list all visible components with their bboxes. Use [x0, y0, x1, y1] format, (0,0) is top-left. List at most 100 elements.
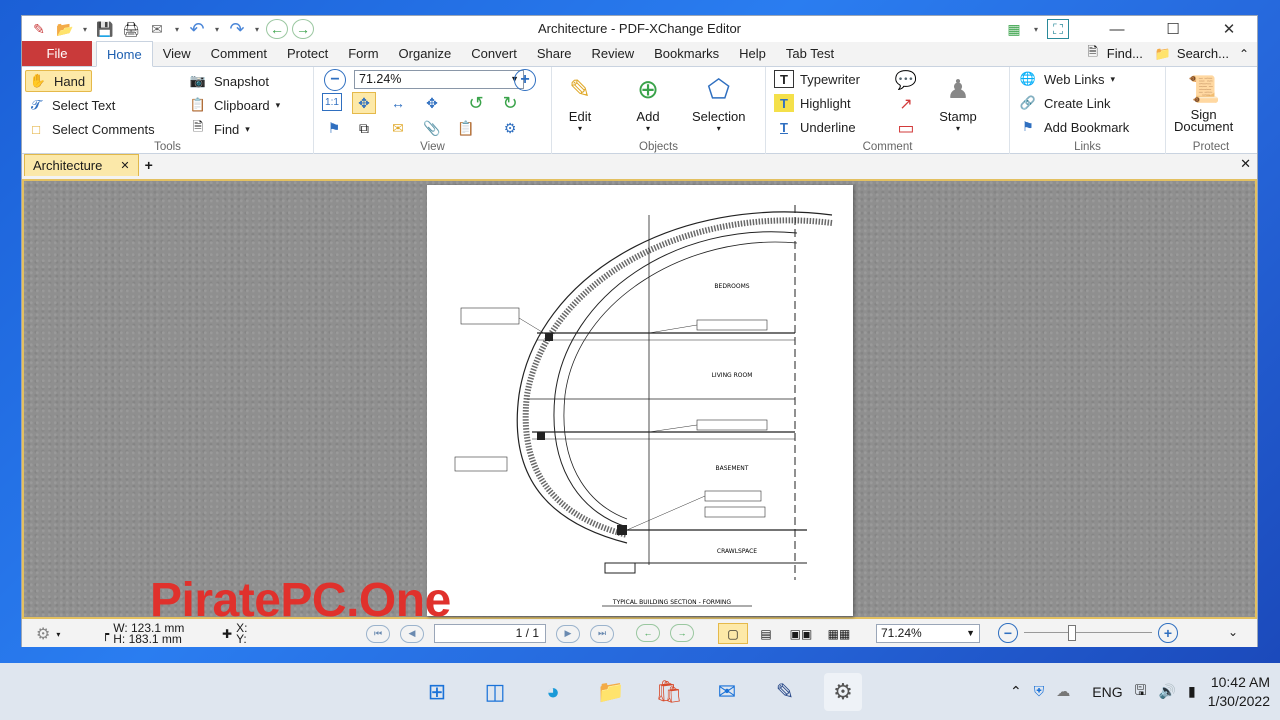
- close-button[interactable]: ✕: [1201, 16, 1257, 42]
- tab-review[interactable]: Review: [582, 41, 645, 66]
- continuous-icon[interactable]: ▤: [754, 627, 778, 641]
- show-hidden-icons[interactable]: ⌃: [1010, 683, 1022, 700]
- fullscreen-icon[interactable]: ⛶: [1047, 19, 1069, 39]
- snapshot-button[interactable]: 📷 Snapshot: [188, 72, 269, 90]
- file-tab[interactable]: File: [22, 41, 92, 66]
- collapse-ribbon-icon[interactable]: ⌃: [1239, 47, 1249, 61]
- tab-home[interactable]: Home: [96, 41, 153, 67]
- close-tab-icon[interactable]: ✕: [120, 159, 129, 172]
- tab-bookmarks[interactable]: Bookmarks: [644, 41, 729, 66]
- settings-taskbar-icon[interactable]: ⚙: [824, 673, 862, 711]
- status-zoom-out-button[interactable]: −: [998, 623, 1018, 643]
- redo-icon[interactable]: ↷: [226, 19, 248, 39]
- minimize-button[interactable]: —: [1089, 16, 1145, 42]
- app-logo-icon[interactable]: ✎: [28, 19, 50, 39]
- arrow-icon[interactable]: ↗: [894, 93, 918, 115]
- redo-dropdown-icon[interactable]: ▾: [252, 25, 262, 34]
- document-tab[interactable]: Architecture ✕: [24, 154, 139, 176]
- fit-visible-icon[interactable]: ✥: [420, 92, 444, 114]
- customize-dropdown-icon[interactable]: ▾: [1031, 25, 1041, 34]
- customize-icon[interactable]: ▦: [1003, 19, 1025, 39]
- page-number-input[interactable]: 1 / 1: [434, 624, 546, 643]
- file-explorer-icon[interactable]: 📁: [592, 673, 630, 711]
- create-link-button[interactable]: 🔗 Create Link: [1018, 94, 1111, 112]
- store-icon[interactable]: 🛍: [650, 673, 688, 711]
- stamp-button[interactable]: ♟ Stamp ▾: [938, 69, 978, 134]
- edit-button[interactable]: ✎ Edit ▾: [560, 69, 600, 134]
- select-comments-button[interactable]: □ Select Comments: [26, 120, 155, 138]
- rotate-left-icon[interactable]: ↺: [464, 92, 488, 114]
- maximize-button[interactable]: ☐: [1145, 16, 1201, 42]
- sticky-note-icon[interactable]: 💬: [894, 69, 918, 91]
- sign-document-button[interactable]: 📜 Sign Document: [1174, 69, 1233, 133]
- tab-organize[interactable]: Organize: [389, 41, 462, 66]
- rectangle-icon[interactable]: ▭: [894, 117, 918, 139]
- add-button[interactable]: ⊕ Add ▾: [628, 69, 668, 134]
- actual-size-icon[interactable]: 1:1: [322, 93, 342, 111]
- start-icon[interactable]: ⊞: [418, 673, 456, 711]
- open-folder-icon[interactable]: 📂: [54, 19, 76, 39]
- last-page-button[interactable]: ⏭: [590, 624, 614, 643]
- tab-protect[interactable]: Protect: [277, 41, 338, 66]
- zoom-status-select[interactable]: 71.24% ▼: [876, 624, 980, 643]
- fit-width-icon[interactable]: ↔: [386, 92, 410, 114]
- cloud-icon[interactable]: ☁: [1056, 683, 1070, 700]
- facing-continuous-icon[interactable]: ▦▦: [824, 627, 854, 641]
- underline-button[interactable]: T Underline: [774, 118, 856, 136]
- bookmark-view-icon[interactable]: ⚑: [322, 117, 346, 139]
- pdf-page[interactable]: BEDROOMS LIVING ROOM BASEMENT CRAWLSPACE…: [427, 185, 853, 616]
- email-dropdown-icon[interactable]: ▾: [172, 25, 182, 34]
- print-icon[interactable]: 🖨: [120, 19, 142, 39]
- typewriter-button[interactable]: T Typewriter: [774, 70, 860, 88]
- status-expand-icon[interactable]: ⌄: [1228, 625, 1238, 639]
- forward-icon[interactable]: →: [292, 19, 314, 39]
- search-button[interactable]: 📁 Search...: [1153, 45, 1229, 63]
- zoom-slider[interactable]: [1024, 623, 1152, 643]
- selection-button[interactable]: ⬠ Selection ▾: [692, 69, 745, 134]
- tab-form[interactable]: Form: [338, 41, 388, 66]
- tab-convert[interactable]: Convert: [461, 41, 527, 66]
- rotate-right-icon[interactable]: ↻: [498, 92, 522, 114]
- undo-icon[interactable]: ↶: [186, 19, 208, 39]
- attachments-view-icon[interactable]: 📎: [420, 117, 444, 139]
- hand-tool-button[interactable]: ✋ Hand: [25, 70, 93, 92]
- pdf-editor-taskbar-icon[interactable]: ✎: [766, 673, 804, 711]
- highlight-button[interactable]: T Highlight: [774, 94, 851, 112]
- zoom-out-button[interactable]: −: [324, 69, 346, 91]
- security-icon[interactable]: ⛨: [1034, 683, 1045, 700]
- tab-help[interactable]: Help: [729, 41, 776, 66]
- tab-tab-test[interactable]: Tab Test: [776, 41, 844, 66]
- back-icon[interactable]: ←: [266, 19, 288, 39]
- document-view[interactable]: BEDROOMS LIVING ROOM BASEMENT CRAWLSPACE…: [22, 179, 1257, 627]
- facing-icon[interactable]: ▣▣: [784, 627, 818, 641]
- undo-dropdown-icon[interactable]: ▾: [212, 25, 222, 34]
- pages-view-icon[interactable]: ⧉: [352, 117, 376, 139]
- save-icon[interactable]: 💾: [94, 19, 116, 39]
- language-indicator[interactable]: ENG: [1092, 684, 1122, 700]
- open-dropdown-icon[interactable]: ▾: [80, 25, 90, 34]
- single-page-icon[interactable]: ▢: [718, 623, 748, 644]
- tab-share[interactable]: Share: [527, 41, 582, 66]
- battery-icon[interactable]: ▮: [1188, 683, 1196, 700]
- find-tool-button[interactable]: 🗎 Find ▾: [188, 119, 250, 138]
- email-icon[interactable]: ✉: [146, 19, 168, 39]
- properties-view-icon[interactable]: ⚙: [498, 117, 522, 139]
- edge-icon[interactable]: ◕: [534, 673, 572, 711]
- layers-view-icon[interactable]: 📋: [454, 117, 478, 139]
- zoom-level-select[interactable]: 71.24% ▼: [354, 70, 524, 89]
- volume-icon[interactable]: 🔊: [1159, 683, 1176, 700]
- fit-page-icon[interactable]: ✥: [352, 92, 376, 114]
- clipboard-button[interactable]: 📋 Clipboard ▾: [188, 96, 280, 114]
- add-bookmark-button[interactable]: ⚑ Add Bookmark: [1018, 118, 1129, 136]
- tab-comment[interactable]: Comment: [201, 41, 277, 66]
- zoom-slider-handle[interactable]: [1068, 625, 1076, 641]
- mail-icon[interactable]: ✉: [708, 673, 746, 711]
- find-button[interactable]: 🗎 Find...: [1083, 44, 1143, 63]
- prev-view-button[interactable]: ←: [636, 624, 660, 642]
- web-links-button[interactable]: 🌐 Web Links ▾: [1018, 70, 1115, 88]
- widgets-icon[interactable]: ◫: [476, 673, 514, 711]
- next-view-button[interactable]: →: [670, 624, 694, 642]
- comments-view-icon[interactable]: ✉: [386, 117, 410, 139]
- prev-page-button[interactable]: ◀: [400, 624, 424, 643]
- clock[interactable]: 10:42 AM 1/30/2022: [1208, 673, 1270, 711]
